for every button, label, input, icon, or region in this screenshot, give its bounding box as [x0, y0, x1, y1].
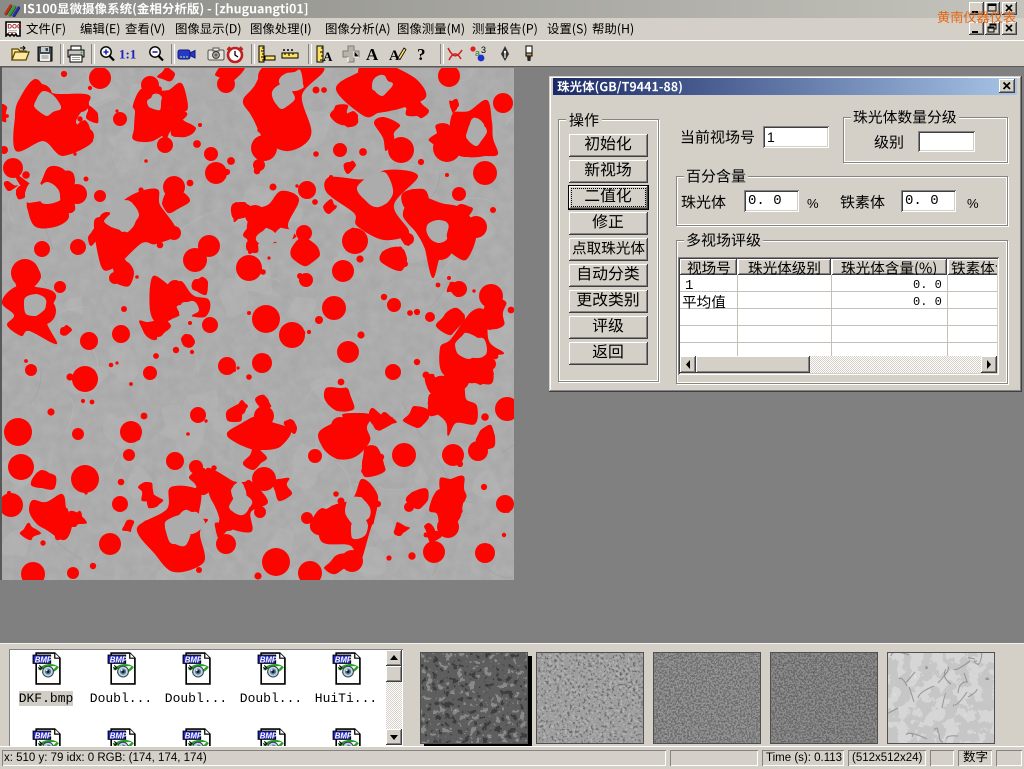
svg-text:3: 3 [481, 45, 486, 55]
svg-text:A: A [366, 45, 379, 64]
svg-text:A: A [389, 48, 400, 64]
svg-text:?: ? [417, 45, 426, 64]
svg-text:1:1: 1:1 [119, 47, 136, 62]
svg-text:DOC: DOC [7, 24, 21, 31]
svg-text:A: A [323, 49, 333, 64]
